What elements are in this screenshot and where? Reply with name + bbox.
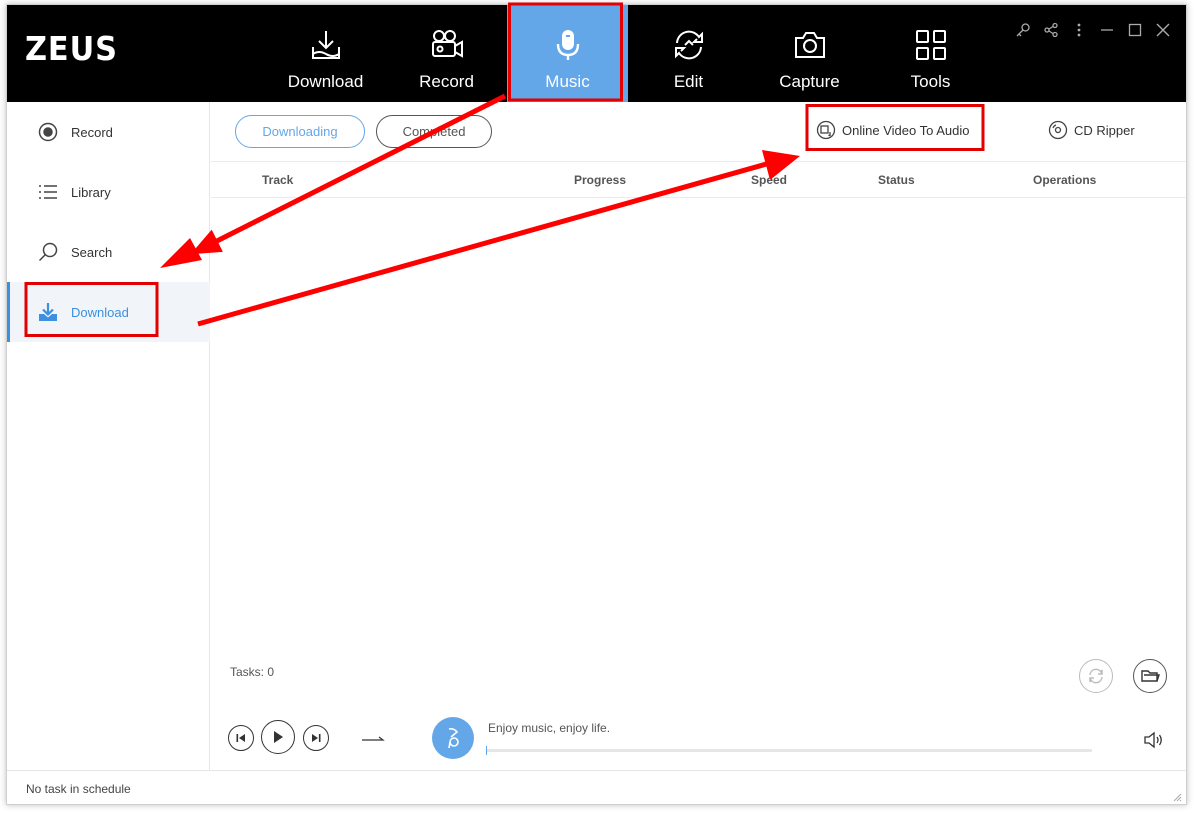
status-text: No task in schedule xyxy=(26,782,131,796)
cd-ripper-label: CD Ripper xyxy=(1074,122,1135,138)
edit-refresh-icon xyxy=(674,30,703,60)
online-video-to-audio-label: Online Video To Audio xyxy=(842,122,970,138)
microphone-icon xyxy=(556,30,579,60)
download-tray-icon xyxy=(311,31,340,59)
top-bar: ZEUS Download Record Music Edit Capture … xyxy=(7,5,1186,102)
nav-download[interactable]: Download xyxy=(265,5,386,102)
previous-icon xyxy=(236,734,245,742)
column-operations[interactable]: Operations xyxy=(1033,173,1096,187)
list-icon xyxy=(39,185,57,199)
camcorder-icon xyxy=(431,30,463,58)
maximize-icon[interactable] xyxy=(1124,19,1146,41)
tab-completed[interactable]: Completed xyxy=(376,115,492,148)
sidebar-item-label: Download xyxy=(71,304,129,320)
play-button[interactable] xyxy=(261,720,295,754)
nav-edit[interactable]: Edit xyxy=(628,5,749,102)
window-controls xyxy=(1012,19,1174,41)
folder-icon xyxy=(1141,670,1160,682)
play-icon xyxy=(274,731,283,743)
nav-music[interactable]: Music xyxy=(507,5,628,102)
camera-icon xyxy=(794,32,825,58)
online-video-to-audio-button[interactable]: Online Video To Audio xyxy=(816,120,969,140)
app-window: ZEUS Download Record Music Edit Capture … xyxy=(6,4,1187,805)
resize-grip-icon[interactable] xyxy=(1172,792,1182,802)
tools-grid-icon xyxy=(915,30,946,60)
sidebar-item-library[interactable]: Library xyxy=(7,162,210,222)
refresh-button[interactable] xyxy=(1079,659,1113,693)
play-order-icon[interactable] xyxy=(361,732,385,744)
sidebar-item-label: Record xyxy=(71,124,113,140)
sidebar-item-record[interactable]: Record xyxy=(7,102,210,162)
volume-icon[interactable] xyxy=(1143,730,1165,750)
download-icon xyxy=(39,303,57,321)
sidebar-item-search[interactable]: Search xyxy=(7,222,210,282)
key-icon[interactable] xyxy=(1012,19,1034,41)
sidebar-item-download[interactable]: Download xyxy=(7,282,210,342)
close-icon[interactable] xyxy=(1152,19,1174,41)
tasks-count: Tasks: 0 xyxy=(230,665,275,679)
tab-downloading[interactable]: Downloading xyxy=(235,115,365,148)
column-status[interactable]: Status xyxy=(878,173,915,187)
main-nav: Download Record Music Edit Capture Tools xyxy=(265,5,991,102)
player-tagline: Enjoy music, enjoy life. xyxy=(488,721,611,735)
cd-icon xyxy=(1048,120,1068,140)
column-track[interactable]: Track xyxy=(262,173,293,187)
status-bar: No task in schedule xyxy=(7,770,1186,804)
table-header: Track Progress Speed Status Operations xyxy=(211,161,1186,198)
nav-record-label: Record xyxy=(419,72,474,91)
sidebar-item-label: Search xyxy=(71,244,113,260)
nav-tools[interactable]: Tools xyxy=(870,5,991,102)
playback-progress-handle[interactable] xyxy=(486,746,487,755)
app-logo: ZEUS xyxy=(25,29,118,68)
search-icon xyxy=(38,242,58,262)
playback-progress-bar[interactable] xyxy=(486,746,1092,755)
next-track-button[interactable] xyxy=(303,725,329,751)
column-speed[interactable]: Speed xyxy=(751,173,787,187)
video-to-audio-icon xyxy=(816,120,836,140)
nav-download-label: Download xyxy=(287,72,364,91)
music-note-icon xyxy=(448,728,459,749)
share-icon[interactable] xyxy=(1040,19,1062,41)
previous-track-button[interactable] xyxy=(228,725,254,751)
sidebar-item-label: Library xyxy=(71,184,111,200)
refresh-icon xyxy=(1089,668,1103,684)
nav-edit-label: Edit xyxy=(673,72,704,91)
album-disc xyxy=(432,717,474,759)
next-icon xyxy=(312,734,321,742)
minimize-icon[interactable] xyxy=(1096,19,1118,41)
column-progress[interactable]: Progress xyxy=(574,173,626,187)
nav-capture[interactable]: Capture xyxy=(749,5,870,102)
open-folder-button[interactable] xyxy=(1133,659,1167,693)
nav-tools-label: Tools xyxy=(910,72,951,91)
more-icon[interactable] xyxy=(1068,19,1090,41)
nav-record[interactable]: Record xyxy=(386,5,507,102)
nav-music-label: Music xyxy=(545,72,590,91)
sidebar: Record Library Search Download xyxy=(7,102,210,770)
nav-capture-label: Capture xyxy=(779,72,840,91)
cd-ripper-button[interactable]: CD Ripper xyxy=(1048,120,1135,140)
main-panel: Downloading Completed Online Video To Au… xyxy=(211,102,1186,770)
record-icon xyxy=(38,122,58,142)
